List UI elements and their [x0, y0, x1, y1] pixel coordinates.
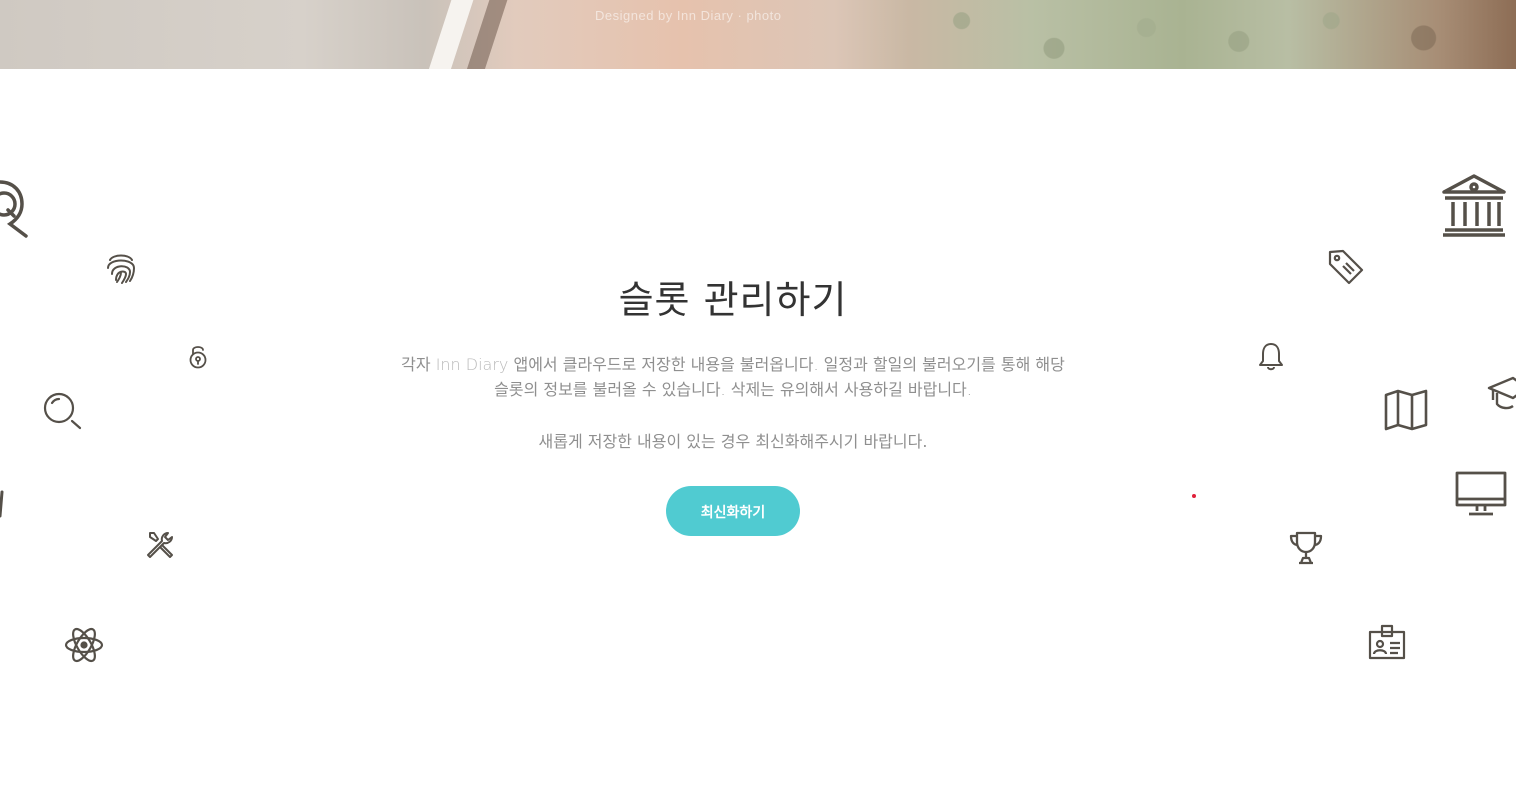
- description-part-1: 각자: [401, 355, 436, 374]
- refresh-button[interactable]: 최신화하기: [666, 486, 800, 536]
- price-tag-icon: [1327, 248, 1365, 286]
- graduation-cap-icon: [1487, 376, 1516, 414]
- hero-caption: Designed by Inn Diary · photo: [595, 8, 782, 23]
- description-text: 각자 Inn Diary 앱에서 클라우드로 저장한 내용을 불러옵니다. 일정…: [393, 352, 1073, 402]
- bell-icon: [1258, 341, 1284, 371]
- map-icon: [1384, 389, 1428, 431]
- unlock-icon: [188, 343, 208, 369]
- partial-icon: [0, 490, 6, 520]
- road-line: [425, 0, 477, 69]
- refresh-note: 새롭게 저장한 내용이 있는 경우 최신화해주시기 바랍니다.: [538, 432, 928, 451]
- road-edge: [463, 0, 511, 69]
- hero-banner: Designed by Inn Diary · photo: [0, 0, 1516, 69]
- red-dot-marker: [1192, 494, 1196, 498]
- bank-icon: [1441, 172, 1507, 238]
- brand-name: Inn Diary: [435, 355, 509, 374]
- trophy-icon: [1288, 530, 1324, 566]
- page-title: 슬롯 관리하기: [618, 278, 848, 322]
- id-card-icon: [1368, 624, 1406, 660]
- brush-texture: [900, 0, 1516, 69]
- chat-search-icon: [0, 178, 30, 238]
- tools-icon: [144, 529, 176, 561]
- magnifier-icon: [42, 391, 84, 431]
- fingerprint-icon: [104, 250, 138, 284]
- atom-icon: [64, 624, 104, 666]
- description-part-2: 앱에서 클라우드로 저장한 내용을 불러옵니다. 일정과 할일의 불러오기를 통…: [494, 355, 1065, 399]
- slot-management-section: 슬롯 관리하기 각자 Inn Diary 앱에서 클라우드로 저장한 내용을 불…: [358, 270, 1108, 536]
- monitor-icon: [1455, 471, 1507, 517]
